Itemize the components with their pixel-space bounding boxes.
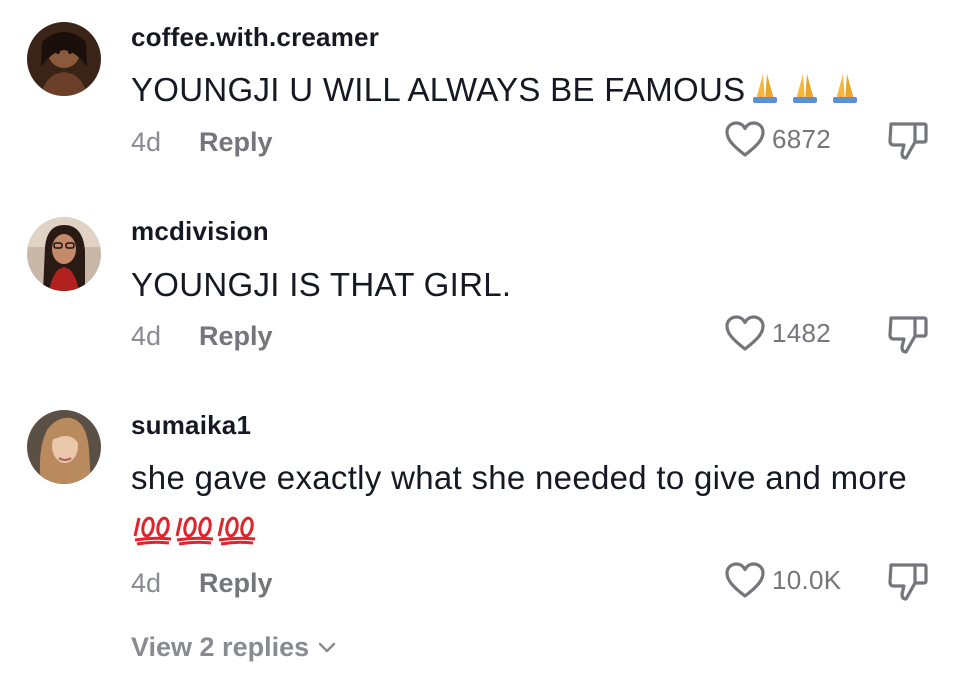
heart-icon (725, 315, 765, 351)
comment-meta: 4d Reply (131, 568, 273, 599)
heart-icon (725, 121, 765, 157)
chevron-down-icon (318, 642, 336, 652)
comment-age: 4d (131, 321, 162, 351)
reply-button[interactable]: Reply (199, 321, 273, 352)
username[interactable]: sumaika1 (131, 410, 251, 441)
folded-hands-icon (753, 74, 778, 103)
hundred-points-icon (175, 516, 214, 546)
hundred-points-icon (133, 516, 172, 546)
username[interactable]: mcdivision (131, 216, 269, 247)
like-count: 10.0K (772, 564, 842, 595)
avatar[interactable] (27, 217, 101, 291)
thumbs-down-icon (888, 563, 928, 601)
view-replies-button[interactable]: View 2 replies (131, 632, 337, 663)
avatar[interactable] (27, 22, 101, 96)
folded-hands-icon (793, 74, 818, 103)
comment-age: 4d (131, 127, 162, 157)
comment-text: YOUNGJI U WILL ALWAYS BE FAMOUS (131, 63, 911, 117)
reply-button[interactable]: Reply (199, 568, 273, 599)
like-button[interactable]: 1482 (724, 314, 831, 352)
comment-meta: 4d Reply (131, 127, 273, 158)
reply-button[interactable]: Reply (199, 127, 273, 158)
avatar[interactable] (27, 410, 101, 484)
comment-text: YOUNGJI IS THAT GIRL. (131, 266, 512, 303)
comment-text: she gave exactly what she needed to give… (131, 451, 911, 559)
dislike-button[interactable] (886, 314, 930, 361)
dislike-button[interactable] (886, 561, 930, 608)
like-button[interactable]: 6872 (724, 120, 831, 158)
hundred-points-icon (217, 516, 256, 546)
folded-hands-icon (833, 74, 858, 103)
comment-age: 4d (131, 568, 162, 598)
thumbs-down-icon (888, 316, 928, 354)
heart-icon (725, 562, 765, 598)
comment-meta: 4d Reply (131, 321, 273, 352)
view-replies-label: View 2 replies (131, 632, 310, 662)
folded-hands-emoji-group (747, 63, 867, 117)
dislike-button[interactable] (886, 120, 930, 167)
like-button[interactable]: 10.0K (724, 561, 841, 599)
like-count: 1482 (772, 317, 832, 348)
hundred-points-emoji-group (133, 505, 261, 559)
like-count: 6872 (772, 123, 832, 154)
thumbs-down-icon (888, 122, 928, 160)
username[interactable]: coffee.with.creamer (131, 22, 379, 53)
